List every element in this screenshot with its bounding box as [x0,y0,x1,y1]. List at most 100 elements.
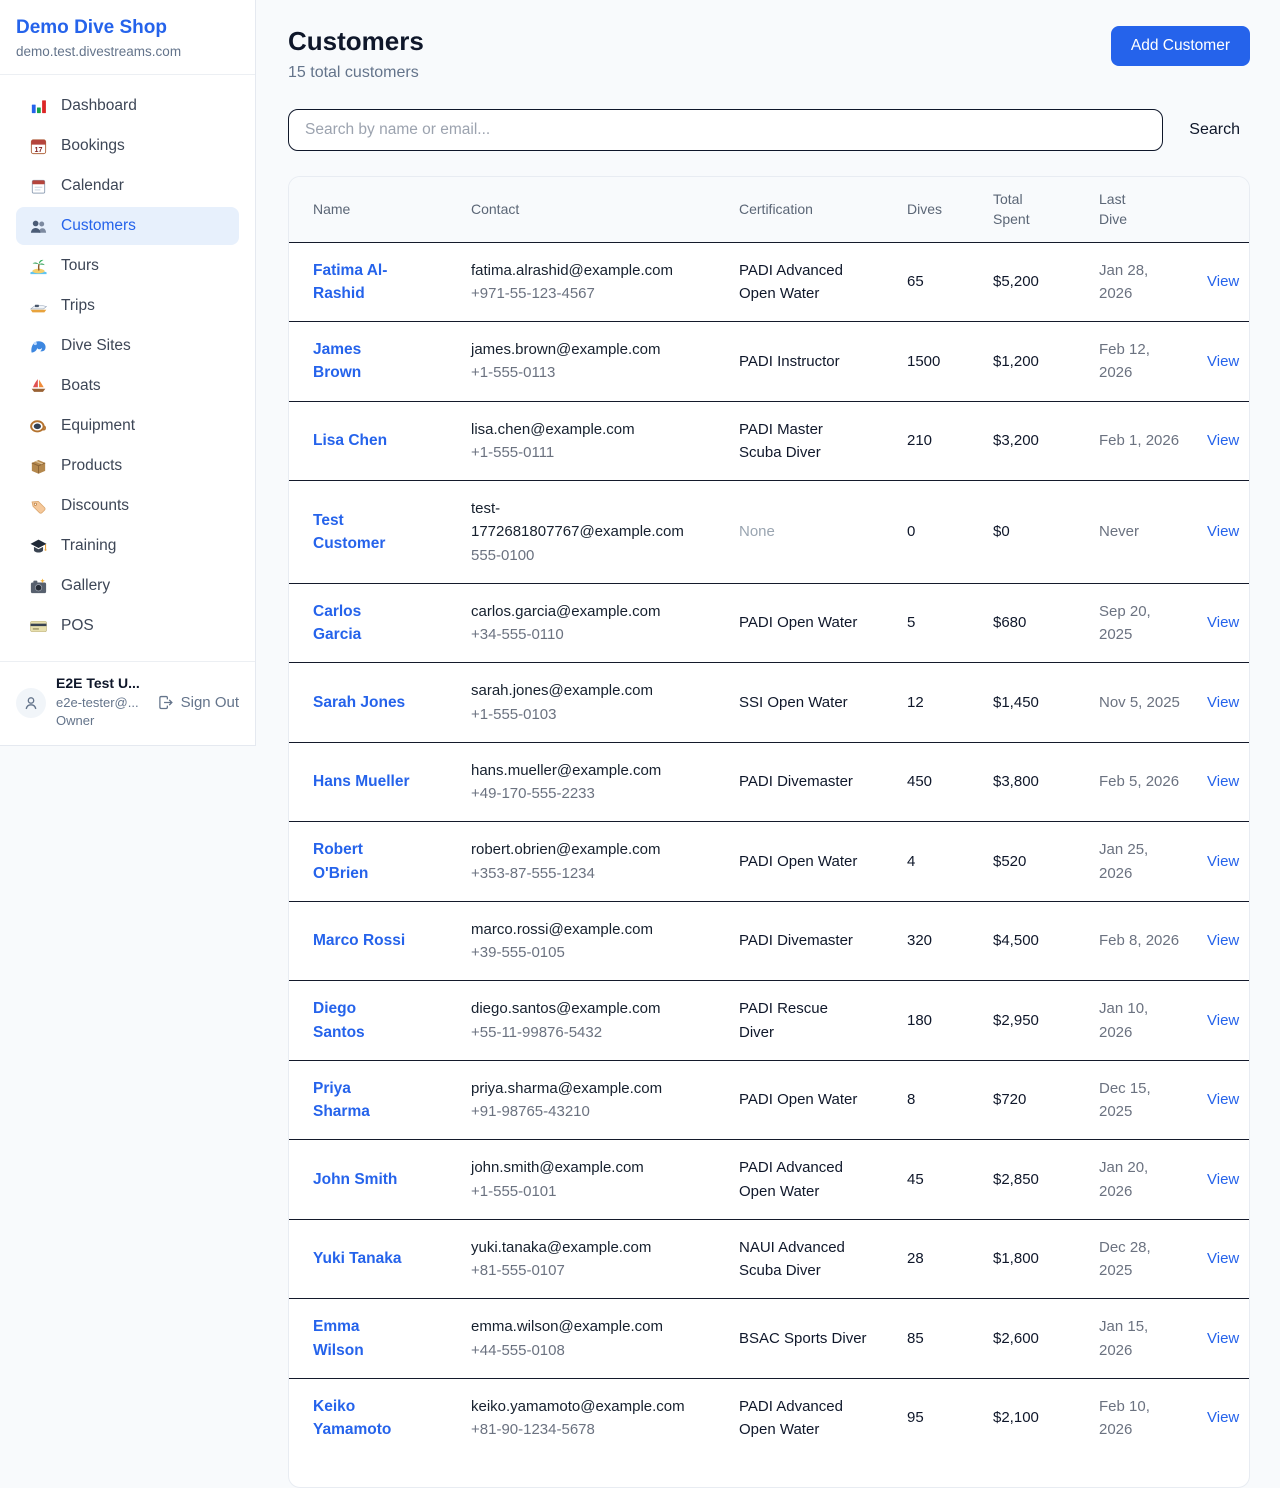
customer-name-link[interactable]: Keiko Yamamoto [313,1395,411,1442]
customer-certification: BSAC Sports Diver [727,1299,895,1379]
user-meta: E2E Test U... e2e-tester@... Owner [56,675,140,730]
view-customer-link[interactable]: View [1207,773,1239,790]
user-email: e2e-tester@... [56,695,140,712]
view-customer-link[interactable]: View [1207,523,1239,540]
customer-last-dive: Jan 28, 2026 [1087,242,1195,322]
sidebar-item-tours[interactable]: Tours [16,247,239,285]
customer-email: diego.santos@example.com [471,997,707,1020]
customer-phone: +44-555-0108 [471,1339,707,1362]
sidebar-item-discounts[interactable]: Discounts [16,487,239,525]
brand-link[interactable]: Demo Dive Shop [16,17,239,39]
customer-dives: 5 [895,583,981,663]
sidebar-item-equipment[interactable]: Equipment [16,407,239,445]
sidebar-item-trips[interactable]: Trips [16,287,239,325]
customer-name-link[interactable]: John Smith [313,1168,397,1191]
sidebar-item-calendar[interactable]: Calendar [16,167,239,205]
customer-last-dive: Feb 8, 2026 [1087,901,1195,981]
customer-total-spent: $3,800 [981,742,1087,822]
customer-name-link[interactable]: Robert O'Brien [313,838,411,885]
sidebar-item-pos[interactable]: POS [16,607,239,645]
customer-name-link[interactable]: Lisa Chen [313,429,387,452]
customer-total-spent: $1,200 [981,322,1087,402]
dashboard-icon [28,96,48,116]
user-role: Owner [56,713,140,730]
view-customer-link[interactable]: View [1207,432,1239,449]
view-customer-link[interactable]: View [1207,853,1239,870]
sidebar-item-boats[interactable]: Boats [16,367,239,405]
view-customer-link[interactable]: View [1207,932,1239,949]
sidebar-header: Demo Dive Shop demo.test.divestreams.com [0,0,255,75]
table-row: Fatima Al-Rashid fatima.alrashid@example.… [289,242,1249,322]
customer-email: emma.wilson@example.com [471,1315,707,1338]
customer-phone: +81-90-1234-5678 [471,1418,707,1441]
customer-email: robert.obrien@example.com [471,838,707,861]
sidebar-item-label: Discounts [61,497,129,515]
view-customer-link[interactable]: View [1207,614,1239,631]
customer-dives: 12 [895,663,981,743]
customer-name-link[interactable]: Carlos Garcia [313,600,411,647]
sign-out-icon [157,694,174,711]
avatar [16,688,46,718]
view-customer-link[interactable]: View [1207,1012,1239,1029]
sidebar-item-products[interactable]: Products [16,447,239,485]
calendar-icon [28,176,48,196]
sidebar-item-label: Calendar [61,177,124,195]
customer-phone: +49-170-555-2233 [471,782,707,805]
customer-dives: 85 [895,1299,981,1379]
customer-phone: +353-87-555-1234 [471,862,707,885]
customer-email: test-1772681807767@example.com [471,497,707,544]
customer-last-dive: Jan 25, 2026 [1087,822,1195,902]
view-customer-link[interactable]: View [1207,1409,1239,1426]
customer-phone: +971-55-123-4567 [471,282,707,305]
customer-name-link[interactable]: Emma Wilson [313,1315,411,1362]
tours-icon [28,256,48,276]
customer-phone: +1-555-0111 [471,441,707,464]
customer-email: carlos.garcia@example.com [471,600,707,623]
customer-total-spent: $0 [981,481,1087,584]
customer-name-link[interactable]: Fatima Al-Rashid [313,259,411,306]
customer-dives: 210 [895,401,981,481]
column-header-certification: Certification [727,177,895,242]
view-customer-link[interactable]: View [1207,1171,1239,1188]
customer-dives: 180 [895,981,981,1061]
sign-out-button[interactable]: Sign Out [157,694,239,711]
sidebar-item-gallery[interactable]: Gallery [16,567,239,605]
sidebar-item-bookings[interactable]: 17Bookings [16,127,239,165]
view-customer-link[interactable]: View [1207,273,1239,290]
view-customer-link[interactable]: View [1207,1250,1239,1267]
customers-table: NameContactCertificationDivesTotal Spent… [289,177,1249,1457]
customer-dives: 450 [895,742,981,822]
customer-name-link[interactable]: James Brown [313,338,411,385]
customer-name-link[interactable]: Diego Santos [313,997,411,1044]
customer-name-link[interactable]: Yuki Tanaka [313,1247,401,1270]
table-row: Test Customer test-1772681807767@example.… [289,481,1249,584]
search-input[interactable] [288,109,1163,151]
sidebar-item-label: Customers [61,217,136,235]
search-button[interactable]: Search [1163,121,1250,139]
view-customer-link[interactable]: View [1207,1091,1239,1108]
customer-last-dive: Feb 10, 2026 [1087,1378,1195,1457]
customer-total-spent: $2,850 [981,1140,1087,1220]
customer-name-link[interactable]: Sarah Jones [313,691,405,714]
sidebar-item-customers[interactable]: Customers [16,207,239,245]
sidebar-item-dashboard[interactable]: Dashboard [16,87,239,125]
page-header: Customers 15 total customers Add Custome… [288,26,1250,82]
customer-name-link[interactable]: Hans Mueller [313,770,409,793]
add-customer-button[interactable]: Add Customer [1111,26,1250,66]
sidebar-item-training[interactable]: Training [16,527,239,565]
customer-email: fatima.alrashid@example.com [471,259,707,282]
customer-total-spent: $720 [981,1060,1087,1140]
customer-certification: PADI Open Water [727,583,895,663]
view-customer-link[interactable]: View [1207,353,1239,370]
sidebar-item-label: Gallery [61,577,110,595]
customer-name-link[interactable]: Priya Sharma [313,1077,411,1124]
customer-name-link[interactable]: Marco Rossi [313,929,405,952]
customer-email: lisa.chen@example.com [471,418,707,441]
view-customer-link[interactable]: View [1207,1330,1239,1347]
sidebar-nav: Dashboard17Bookings Calendar Customers Tour… [0,75,255,661]
customer-certification: PADI Rescue Diver [727,981,895,1061]
customer-last-dive: Jan 15, 2026 [1087,1299,1195,1379]
view-customer-link[interactable]: View [1207,694,1239,711]
customer-name-link[interactable]: Test Customer [313,509,411,556]
sidebar-item-dive-sites[interactable]: Dive Sites [16,327,239,365]
